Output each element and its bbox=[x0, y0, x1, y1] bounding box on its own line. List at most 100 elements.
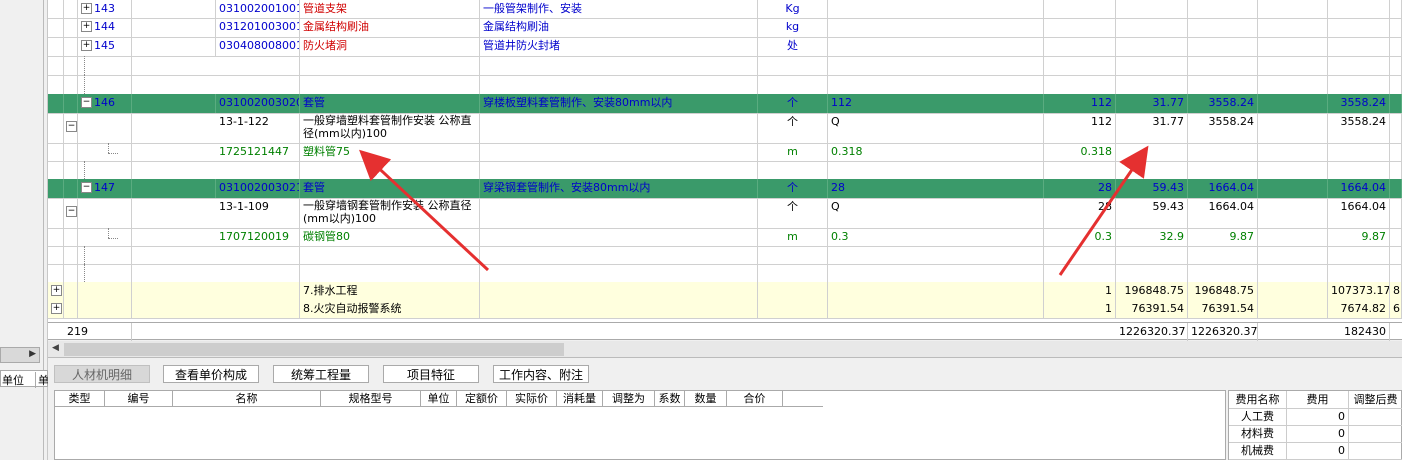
tree-cell[interactable] bbox=[64, 0, 78, 18]
horizontal-scrollbar[interactable]: ◀ bbox=[48, 341, 1402, 358]
fee-row[interactable]: 材料费 0 bbox=[1229, 425, 1402, 443]
detail-col-header[interactable]: 名称 bbox=[173, 391, 321, 406]
feature-cell[interactable] bbox=[480, 161, 758, 179]
total2-cell[interactable] bbox=[1328, 56, 1390, 75]
seq-cell[interactable]: −146 bbox=[78, 94, 216, 113]
tree-cell[interactable] bbox=[64, 143, 78, 161]
total-cell[interactable] bbox=[1188, 37, 1258, 56]
blank-row[interactable] bbox=[48, 246, 1402, 265]
qty-cell[interactable] bbox=[1044, 37, 1116, 56]
extra-cell[interactable] bbox=[1390, 37, 1402, 56]
expr-cell[interactable]: Q bbox=[828, 198, 1044, 228]
scroll-right-icon[interactable]: ▶ bbox=[29, 349, 36, 359]
gap-cell[interactable] bbox=[1258, 198, 1328, 228]
name-cell[interactable]: 套管 bbox=[300, 179, 480, 198]
expr-cell[interactable] bbox=[828, 18, 1044, 37]
tab-quantity[interactable]: 统筹工程量 bbox=[273, 365, 369, 383]
price-cell[interactable] bbox=[1116, 161, 1188, 179]
qty-cell[interactable]: 112 bbox=[1044, 113, 1116, 143]
total-cell[interactable]: 76391.54 bbox=[1188, 300, 1258, 318]
gap-cell[interactable] bbox=[1258, 113, 1328, 143]
qty-cell[interactable] bbox=[1044, 0, 1116, 18]
tree-cell[interactable] bbox=[64, 18, 78, 37]
detail-col-header[interactable]: 定额价 bbox=[457, 391, 507, 406]
feature-cell[interactable] bbox=[480, 300, 758, 318]
subtree-cell[interactable] bbox=[78, 161, 132, 179]
expr-cell[interactable] bbox=[828, 161, 1044, 179]
unit-cell[interactable] bbox=[758, 161, 828, 179]
tab-features[interactable]: 项目特征 bbox=[383, 365, 479, 383]
code-cell[interactable]: 030408008001 bbox=[216, 37, 300, 56]
indicator-cell[interactable] bbox=[48, 75, 64, 94]
detail-col-header[interactable]: 单位 bbox=[421, 391, 457, 406]
unit-cell[interactable]: 个 bbox=[758, 113, 828, 143]
tree-cell[interactable] bbox=[64, 161, 78, 179]
code-cell[interactable] bbox=[216, 56, 300, 75]
detail-col-header[interactable]: 实际价 bbox=[507, 391, 557, 406]
extra-cell[interactable] bbox=[1390, 179, 1402, 198]
expr-cell[interactable] bbox=[828, 246, 1044, 264]
price-cell[interactable] bbox=[1116, 37, 1188, 56]
unit-cell[interactable]: 个 bbox=[758, 198, 828, 228]
yellow-row[interactable]: +8.火灾自动报警系统 1 76391.54 76391.54 7674.82 6 bbox=[48, 300, 1402, 319]
name-cell[interactable]: 管道支架 bbox=[300, 0, 480, 18]
expr-cell[interactable] bbox=[828, 0, 1044, 18]
indicator-cell[interactable] bbox=[48, 246, 64, 264]
material-row[interactable]: 1725121447 塑料管75 m 0.318 0.318 bbox=[48, 143, 1402, 162]
total2-cell[interactable] bbox=[1328, 264, 1390, 282]
expr-cell[interactable] bbox=[828, 75, 1044, 94]
feature-cell[interactable] bbox=[480, 56, 758, 75]
price-cell[interactable]: 59.43 bbox=[1116, 179, 1188, 198]
indicator-cell[interactable] bbox=[48, 161, 64, 179]
expand-icon[interactable]: + bbox=[81, 21, 92, 32]
feature-cell[interactable]: 穿楼板塑料套管制作、安装80mm以内 bbox=[480, 94, 758, 113]
total-cell[interactable] bbox=[1188, 161, 1258, 179]
qty-cell[interactable]: 0.318 bbox=[1044, 143, 1116, 161]
name-cell[interactable] bbox=[300, 246, 480, 264]
total2-cell[interactable] bbox=[1328, 161, 1390, 179]
code-cell[interactable] bbox=[216, 282, 300, 300]
expand-icon[interactable]: + bbox=[81, 3, 92, 14]
expr-cell[interactable]: 0.3 bbox=[828, 228, 1044, 246]
total-cell[interactable]: 1664.04 bbox=[1188, 179, 1258, 198]
price-cell[interactable]: 59.43 bbox=[1116, 198, 1188, 228]
quota-name-cell[interactable]: 一般穿墙塑料套管制作安装 公称直径(mm以内)100 bbox=[300, 113, 480, 143]
name-cell[interactable] bbox=[300, 264, 480, 282]
unit-cell[interactable]: m bbox=[758, 143, 828, 161]
fee-col-header[interactable]: 调整后费 bbox=[1349, 391, 1402, 408]
tree-cell[interactable] bbox=[64, 228, 78, 246]
material-name-cell[interactable]: 碳钢管80 bbox=[300, 228, 480, 246]
gap-cell[interactable] bbox=[1258, 0, 1328, 18]
material-row[interactable]: 1707120019 碳钢管80 m 0.3 0.3 32.9 9.87 9.87 bbox=[48, 228, 1402, 247]
indicator-cell[interactable] bbox=[48, 143, 64, 161]
unit-cell[interactable]: 处 bbox=[758, 37, 828, 56]
feature-cell[interactable] bbox=[480, 113, 758, 143]
subtree-cell[interactable] bbox=[78, 56, 132, 75]
gap-cell[interactable] bbox=[1258, 228, 1328, 246]
fee-adjusted[interactable] bbox=[1349, 408, 1402, 425]
feature-cell[interactable] bbox=[480, 228, 758, 246]
quota-code-cell[interactable]: 13-1-109 bbox=[216, 198, 300, 228]
total2-cell[interactable]: 107373.17 bbox=[1328, 282, 1390, 300]
qty-cell[interactable]: 1 bbox=[1044, 300, 1116, 318]
tree-cell[interactable] bbox=[64, 56, 78, 75]
price-cell[interactable]: 196848.75 bbox=[1116, 282, 1188, 300]
unit-cell[interactable] bbox=[758, 264, 828, 282]
extra-cell[interactable] bbox=[1390, 18, 1402, 37]
gap-cell[interactable] bbox=[1258, 161, 1328, 179]
gap-cell[interactable] bbox=[1258, 94, 1328, 113]
detail-col-header[interactable]: 消耗量 bbox=[557, 391, 603, 406]
price-cell[interactable] bbox=[1116, 246, 1188, 264]
tree-cell[interactable] bbox=[64, 264, 78, 282]
extra-cell[interactable] bbox=[1390, 56, 1402, 75]
material-name-cell[interactable]: 塑料管75 bbox=[300, 143, 480, 161]
tree-cell[interactable] bbox=[64, 282, 78, 300]
subtree-cell[interactable] bbox=[78, 228, 132, 246]
name-cell[interactable]: 金属结构刷油 bbox=[300, 18, 480, 37]
collapse-icon[interactable]: − bbox=[66, 206, 77, 217]
detail-col-header[interactable]: 合价 bbox=[727, 391, 783, 406]
total2-cell[interactable]: 3558.24 bbox=[1328, 113, 1390, 143]
unit-cell[interactable]: kg bbox=[758, 18, 828, 37]
extra-cell[interactable] bbox=[1390, 75, 1402, 94]
code-cell[interactable] bbox=[216, 246, 300, 264]
